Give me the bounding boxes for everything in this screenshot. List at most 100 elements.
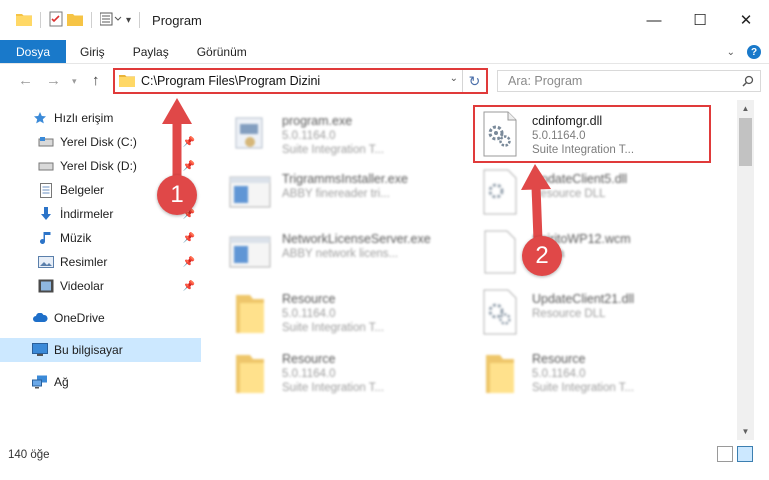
- file-description: Suite Integration T...: [282, 382, 385, 394]
- customize-toolbar-icon[interactable]: ▾: [126, 15, 131, 26]
- download-icon: [38, 206, 54, 222]
- sidebar-item-music[interactable]: Müzik 📌: [0, 226, 201, 250]
- dll-gear-icon: [476, 164, 524, 220]
- pin-icon[interactable]: 📌: [183, 137, 195, 148]
- maximize-button[interactable]: ☐: [677, 0, 723, 40]
- file-item[interactable]: Resource 5.0.1164.0 Suite Integration T.…: [476, 344, 726, 404]
- sidebar-item-quick-access[interactable]: Hızlı erişim: [0, 106, 201, 130]
- tab-home[interactable]: Giriş: [66, 40, 119, 63]
- sidebar-item-label: Yerel Disk (C:): [60, 135, 137, 149]
- file-item[interactable]: SpiritoWP12.wcm Dosya: [476, 224, 726, 284]
- drive-icon: [38, 158, 54, 174]
- properties-icon[interactable]: [49, 11, 63, 30]
- minimize-button[interactable]: —: [631, 0, 677, 40]
- file-item[interactable]: Resource 5.0.1164.0 Suite Integration T.…: [226, 344, 476, 404]
- ribbon-tabs: Dosya Giriş Paylaş Görünüm ⌄ ?: [0, 40, 769, 64]
- sidebar-item-label: Yerel Disk (D:): [60, 159, 137, 173]
- folder-icon[interactable]: [16, 12, 32, 29]
- back-arrow-icon[interactable]: ←: [18, 72, 33, 89]
- file-description: Resource DLL: [532, 308, 606, 320]
- music-icon: [38, 230, 54, 246]
- scroll-down-icon[interactable]: ▼: [737, 423, 754, 440]
- window-title: Program: [152, 12, 202, 28]
- window-controls: — ☐ ✕: [631, 0, 769, 40]
- file-version: 5.0.1164.0: [282, 308, 336, 320]
- address-path[interactable]: C:\Program Files\Program Dizini: [141, 74, 320, 88]
- vertical-scrollbar[interactable]: ▲ ▼: [737, 100, 754, 440]
- video-icon: [38, 278, 54, 294]
- quick-access-toolbar: ▾: [16, 11, 144, 30]
- sidebar-item-this-pc[interactable]: Bu bilgisayar: [0, 338, 201, 362]
- forward-arrow-icon[interactable]: →: [46, 72, 61, 89]
- pin-icon[interactable]: 📌: [183, 257, 195, 268]
- file-name: TrigrammsInstaller.exe: [282, 172, 408, 186]
- file-description: ABBY network licens...: [282, 248, 399, 260]
- sidebar-item-label: Videolar: [60, 279, 104, 293]
- file-item[interactable]: program.exe 5.0.1164.0 Suite Integration…: [226, 106, 476, 166]
- file-name: NetworkLicenseServer.exe: [282, 232, 431, 246]
- new-folder-icon[interactable]: [67, 12, 83, 29]
- dll-gear-icon: [476, 284, 524, 340]
- folder-icon: [476, 344, 524, 400]
- navigation-bar: ← → ▾ ↑ C:\Program Files\Program Dizini …: [0, 64, 769, 98]
- details-view-icon[interactable]: [717, 446, 733, 462]
- exe-icon: [226, 106, 274, 162]
- navigation-pane: Hızlı erişim Yerel Disk (C:) 📌 Yerel Dis…: [0, 100, 201, 440]
- view-options-icon[interactable]: [99, 12, 122, 29]
- up-arrow-icon[interactable]: ↑: [92, 72, 100, 89]
- sidebar-item-label: Belgeler: [60, 183, 105, 197]
- search-icon[interactable]: [742, 75, 754, 90]
- file-description: Suite Integration T...: [532, 382, 635, 394]
- step-1-badge: 1: [157, 175, 197, 215]
- tab-file[interactable]: Dosya: [0, 40, 67, 63]
- search-input[interactable]: Ara: Program: [497, 70, 761, 92]
- file-name: UpdateClient5.dll: [532, 172, 628, 186]
- help-icon[interactable]: ?: [747, 45, 761, 59]
- sidebar-item-local-disk-c[interactable]: Yerel Disk (C:) 📌: [0, 130, 201, 154]
- folder-icon: [119, 73, 135, 90]
- refresh-icon[interactable]: ↻: [462, 70, 486, 92]
- view-toggle: [717, 446, 753, 462]
- file-description: Suite Integration T...: [282, 144, 385, 156]
- document-icon: [38, 182, 54, 198]
- star-icon: [32, 110, 48, 126]
- expand-ribbon-icon[interactable]: ⌄: [727, 47, 735, 58]
- sidebar-item-videos[interactable]: Videolar 📌: [0, 274, 201, 298]
- close-button[interactable]: ✕: [723, 0, 769, 40]
- item-count: 140 öğe: [8, 449, 50, 461]
- toolbar-separator: [40, 12, 41, 28]
- file-item[interactable]: UpdateClient21.dll Resource DLL: [476, 284, 726, 344]
- sidebar-item-label: Ağ: [54, 375, 69, 389]
- scrollbar-thumb[interactable]: [739, 118, 752, 166]
- step-2-badge: 2: [522, 236, 562, 276]
- cloud-icon: [32, 310, 48, 326]
- tab-view[interactable]: Görünüm: [183, 40, 261, 63]
- tiles-view-icon[interactable]: [737, 446, 753, 462]
- scroll-up-icon[interactable]: ▲: [737, 100, 754, 117]
- folder-icon: [226, 284, 274, 340]
- file-item[interactable]: NetworkLicenseServer.exe ABBY network li…: [226, 224, 476, 284]
- file-item[interactable]: TrigrammsInstaller.exe ABBY finereader t…: [226, 164, 476, 224]
- file-version: 5.0.1164.0: [282, 130, 336, 142]
- chevron-down-icon[interactable]: ⌄: [450, 73, 458, 84]
- sidebar-item-label: OneDrive: [54, 311, 105, 325]
- pin-icon[interactable]: 📌: [183, 161, 195, 172]
- toolbar-separator: [139, 12, 141, 28]
- recent-locations-icon[interactable]: ▾: [72, 76, 77, 87]
- exe-window-icon: [226, 224, 274, 280]
- sidebar-item-label: Bu bilgisayar: [54, 343, 123, 357]
- file-item[interactable]: Resource 5.0.1164.0 Suite Integration T.…: [226, 284, 476, 344]
- toolbar-separator: [91, 12, 92, 28]
- sidebar-item-onedrive[interactable]: OneDrive: [0, 306, 201, 330]
- pictures-icon: [38, 254, 54, 270]
- address-bar[interactable]: C:\Program Files\Program Dizini ⌄ ↻: [113, 68, 488, 94]
- file-item[interactable]: UpdateClient5.dll Resource DLL: [476, 164, 726, 224]
- pin-icon[interactable]: 📌: [183, 281, 195, 292]
- pin-icon[interactable]: 📌: [183, 233, 195, 244]
- tab-share[interactable]: Paylaş: [119, 40, 183, 63]
- sidebar-item-local-disk-d[interactable]: Yerel Disk (D:) 📌: [0, 154, 201, 178]
- sidebar-item-network[interactable]: Ağ: [0, 370, 201, 394]
- file-blank-icon: [476, 224, 524, 280]
- sidebar-item-pictures[interactable]: Resimler 📌: [0, 250, 201, 274]
- file-description: ABBY finereader tri...: [282, 188, 390, 200]
